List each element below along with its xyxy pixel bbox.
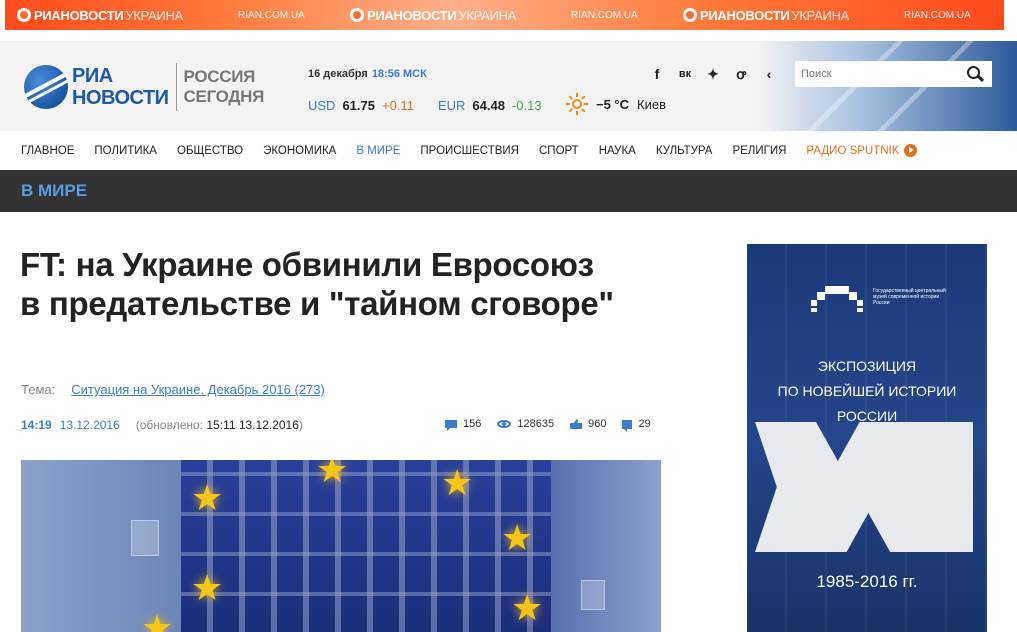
logo-line2: НОВОСТИ (72, 87, 169, 109)
nav-item-radio[interactable]: РАДИО SPUTNIK (806, 144, 918, 157)
search-button[interactable] (958, 61, 992, 87)
main-nav: ГЛАВНОЕ ПОЛИТИКА ОБЩЕСТВО ЭКОНОМИКА В МИ… (0, 131, 1017, 170)
article-time: 14:19 (21, 418, 52, 432)
banner-logo: РИАНОВОСТИ УКРАИНА (17, 8, 183, 23)
eye-icon (497, 420, 512, 428)
nav-item-religion[interactable]: РЕЛИГИЯ (732, 145, 786, 157)
rate-eur[interactable]: EUR 64.48 -0.13 (438, 98, 542, 113)
article-title: FT: на Украине обвинили Евросоюз в преда… (20, 246, 614, 322)
rate-usd[interactable]: USD 61.75 +0.11 (308, 98, 414, 113)
banner-url: RIAN.COM.UA (238, 9, 305, 21)
article-date: 13.12.2016 (59, 418, 120, 432)
comments-count[interactable]: 156 (445, 418, 481, 431)
currency-rates: USD 61.75 +0.11 EUR 64.48 -0.13 (308, 98, 566, 113)
banner-unit[interactable]: РИАНОВОСТИ УКРАИНА RIAN.COM.UA (338, 8, 671, 23)
eu-star-icon: ★ (441, 462, 474, 503)
nav-item-politics[interactable]: ПОЛИТИКА (94, 145, 157, 157)
article-photo[interactable]: ★ ★ ★ ★ ★ ★ ★ (21, 460, 661, 632)
nav-item-science[interactable]: НАУКА (599, 145, 636, 157)
eu-star-icon: ★ (191, 477, 224, 518)
eu-star-icon: ★ (316, 460, 349, 490)
sun-icon (566, 93, 588, 115)
header-time: 18:56 МСК (371, 68, 427, 80)
vk-icon[interactable]: вк (678, 66, 692, 82)
banner-logo: РИАНОВОСТИ УКРАИНА (350, 8, 516, 23)
globe-icon (17, 8, 31, 22)
logo-divider (175, 63, 177, 111)
eu-star-icon: ★ (191, 567, 224, 608)
views-count: 128635 (497, 418, 554, 430)
header-date: 16 декабря 18:56 МСК (308, 68, 427, 80)
page: РИАНОВОСТИ УКРАИНА RIAN.COM.UA РИАНОВОСТИ… (0, 0, 1017, 632)
partner-logo: РОССИЯ СЕГОДНЯ (183, 67, 265, 106)
banner-logo: РИАНОВОСТИ УКРАИНА (683, 8, 849, 23)
logo-text: РИА НОВОСТИ (72, 65, 169, 109)
nav-item-culture[interactable]: КУЛЬТУРА (656, 145, 713, 157)
banner-url: RIAN.COM.UA (904, 9, 971, 21)
shares-count[interactable]: 29 (622, 418, 651, 432)
search-input[interactable] (795, 61, 958, 87)
article-theme: Тема: Ситуация на Украине. Декабрь 2016 (… (21, 382, 325, 397)
likes-count[interactable]: 960 (570, 418, 606, 430)
sidebar-ad[interactable]: Государственный центральный музей соврем… (747, 244, 987, 632)
banner-unit[interactable]: РИАНОВОСТИ УКРАИНА RIAN.COM.UA (5, 8, 338, 23)
eu-star-icon: ★ (511, 587, 544, 628)
social-links: f вк ✦ ꝍ ‹ (650, 66, 776, 82)
comment-icon (445, 420, 457, 431)
play-icon (904, 144, 918, 157)
section-title[interactable]: В МИРЕ (21, 181, 87, 201)
globe-icon (350, 8, 364, 22)
twitter-icon[interactable]: ✦ (706, 66, 720, 82)
chevron-left-icon[interactable]: ‹ (762, 66, 776, 82)
nav-item-main[interactable]: ГЛАВНОЕ (21, 145, 74, 157)
thumbs-up-icon (570, 419, 583, 429)
nav-item-society[interactable]: ОБЩЕСТВО (177, 145, 243, 157)
theme-link[interactable]: Ситуация на Украине. Декабрь 2016 (273) (71, 382, 325, 397)
eu-star-icon: ★ (501, 517, 534, 558)
nav-item-sport[interactable]: СПОРТ (539, 145, 579, 157)
article-updated: (обновлено: 15:11 13.12.2016) (135, 418, 303, 432)
site-logo[interactable]: РИА НОВОСТИ РОССИЯ СЕГОДНЯ (24, 63, 264, 111)
nav-item-economy[interactable]: ЭКОНОМИКА (263, 145, 336, 157)
weather-widget[interactable]: −5 °C Киев (566, 93, 666, 115)
museum-logo (811, 286, 863, 312)
ria-globe-icon (24, 65, 68, 109)
museum-name: Государственный центральный музей соврем… (873, 288, 946, 306)
globe-icon (683, 8, 697, 22)
top-ad-banner[interactable]: РИАНОВОСТИ УКРАИНА RIAN.COM.UA РИАНОВОСТИ… (5, 0, 1004, 30)
site-header: РИА НОВОСТИ РОССИЯ СЕГОДНЯ 16 декабря 18:… (0, 41, 1017, 131)
weather-temp: −5 °C (596, 96, 630, 112)
ad-years: 1985-2016 гг. (816, 572, 918, 591)
share-icon (622, 419, 633, 432)
nav-item-incidents[interactable]: ПРОИСШЕСТВИЯ (420, 145, 519, 157)
eu-star-icon: ★ (141, 607, 174, 632)
odnoklassniki-icon[interactable]: ꝍ (734, 66, 748, 82)
banner-url: RIAN.COM.UA (571, 9, 638, 21)
article-meta: 14:19 13.12.2016 (обновлено: 15:11 13.12… (21, 418, 303, 432)
logo-line1: РИА (72, 65, 113, 87)
article-stats: 156 128635 960 29 (445, 418, 667, 432)
section-header: В МИРЕ (0, 170, 1017, 212)
nav-item-world[interactable]: В МИРЕ (356, 145, 400, 157)
weather-city: Киев (637, 96, 667, 112)
banner-unit[interactable]: РИАНОВОСТИ УКРАИНА RIAN.COM.UA (671, 8, 1004, 23)
ad-headline: ЭКСПОЗИЦИЯ ПО НОВЕЙШЕЙ ИСТОРИИ РОССИИ (777, 358, 957, 424)
facebook-icon[interactable]: f (650, 66, 664, 82)
